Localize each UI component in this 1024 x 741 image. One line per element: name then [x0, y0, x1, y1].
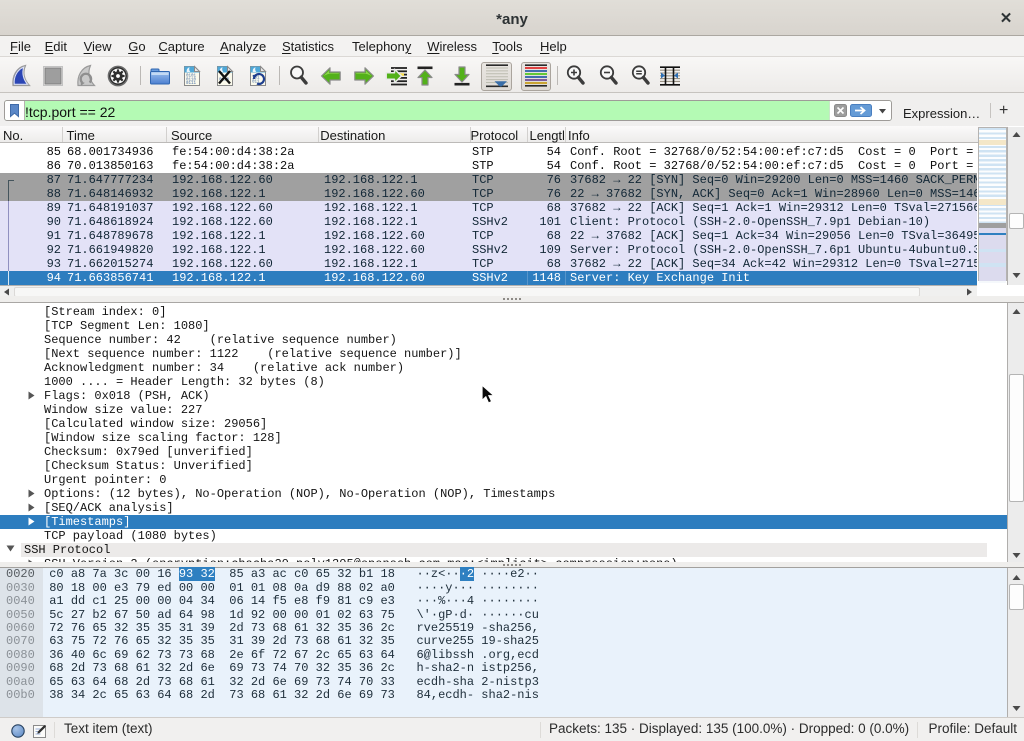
svg-text:0111: 0111 — [186, 82, 197, 86]
